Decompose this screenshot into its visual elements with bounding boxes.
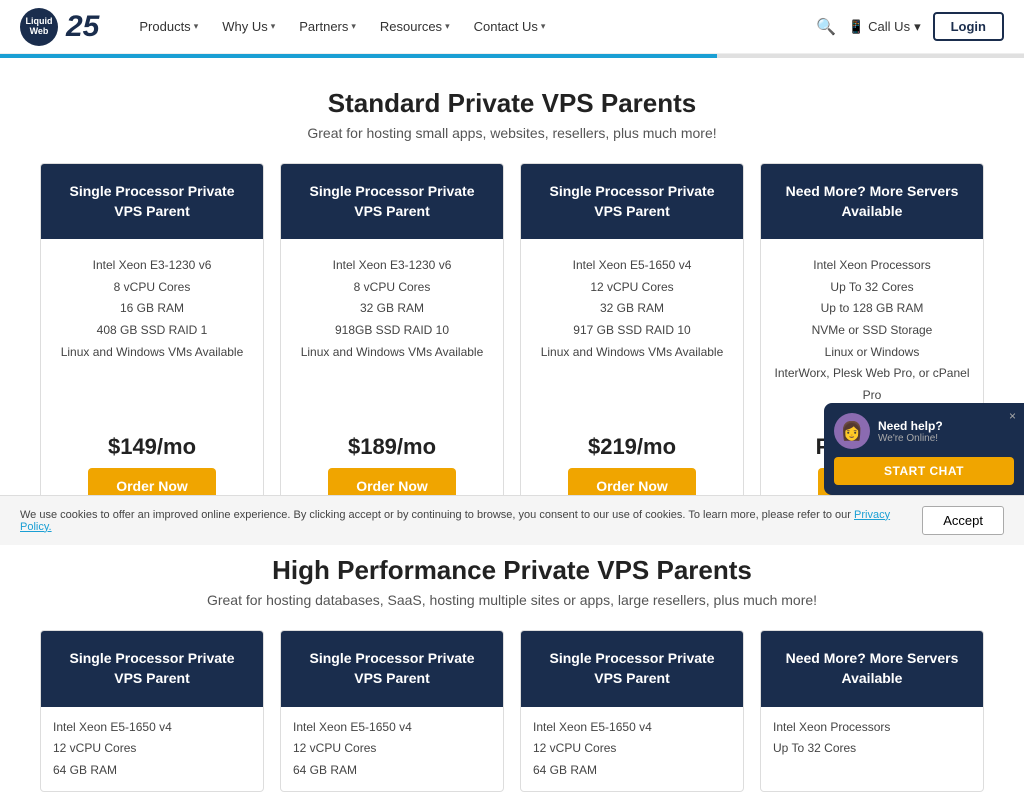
hp-cards-grid: Single Processor Private VPS Parent Inte… — [40, 630, 984, 792]
cookie-text: We use cookies to offer an improved onli… — [20, 509, 902, 533]
card-2-specs: Intel Xeon E3-1230 v6 8 vCPU Cores 32 GB… — [281, 239, 503, 422]
chevron-down-icon: ▾ — [194, 21, 199, 32]
hp-section-subtitle: Great for hosting databases, SaaS, hosti… — [40, 592, 984, 608]
navbar: LiquidWeb 25 Products ▾ Why Us ▾ Partner… — [0, 0, 1024, 54]
chat-widget: × 👩 Need help? We're Online! START CHAT — [824, 403, 1024, 495]
card-4-specs: Intel Xeon Processors Up To 32 Cores Up … — [761, 239, 983, 422]
standard-card-3: Single Processor Private VPS Parent Inte… — [520, 163, 744, 525]
chevron-down-icon: ▾ — [351, 21, 356, 32]
hp-card-3: Single Processor Private VPS Parent Inte… — [520, 630, 744, 792]
standard-card-2: Single Processor Private VPS Parent Inte… — [280, 163, 504, 525]
nav-actions: 🔍 📱 Call Us ▾ Login — [816, 12, 1004, 41]
chat-widget-header: 👩 Need help? We're Online! — [834, 413, 1014, 449]
hp-card-1-header: Single Processor Private VPS Parent — [41, 631, 263, 706]
chevron-down-icon: ▾ — [541, 21, 546, 32]
card-3-price: $219/mo — [588, 422, 676, 468]
standard-section-subtitle: Great for hosting small apps, websites, … — [40, 125, 984, 141]
standard-section-title: Standard Private VPS Parents — [40, 88, 984, 119]
logo-25: 25 — [66, 10, 99, 44]
hp-card-1-specs: Intel Xeon E5-1650 v4 12 vCPU Cores 64 G… — [41, 707, 263, 792]
hp-card-2-header: Single Processor Private VPS Parent — [281, 631, 503, 706]
card-2-header: Single Processor Private VPS Parent — [281, 164, 503, 239]
cookie-accept-button[interactable]: Accept — [922, 506, 1004, 535]
card-3-header: Single Processor Private VPS Parent — [521, 164, 743, 239]
nav-why-us[interactable]: Why Us ▾ — [212, 13, 285, 40]
hp-card-2-specs: Intel Xeon E5-1650 v4 12 vCPU Cores 64 G… — [281, 707, 503, 792]
hp-card-4: Need More? More Servers Available Intel … — [760, 630, 984, 792]
chat-avatar: 👩 — [834, 413, 870, 449]
hp-card-2: Single Processor Private VPS Parent Inte… — [280, 630, 504, 792]
phone-icon: 📱 — [848, 19, 864, 35]
card-3-specs: Intel Xeon E5-1650 v4 12 vCPU Cores 32 G… — [521, 239, 743, 422]
login-button[interactable]: Login — [933, 12, 1004, 41]
nav-contact-us[interactable]: Contact Us ▾ — [464, 13, 556, 40]
logo[interactable]: LiquidWeb 25 — [20, 8, 99, 46]
standard-card-1: Single Processor Private VPS Parent Inte… — [40, 163, 264, 525]
chevron-down-icon: ▾ — [445, 21, 450, 32]
hp-card-3-specs: Intel Xeon E5-1650 v4 12 vCPU Cores 64 G… — [521, 707, 743, 792]
card-1-specs: Intel Xeon E3-1230 v6 8 vCPU Cores 16 GB… — [41, 239, 263, 422]
card-1-header: Single Processor Private VPS Parent — [41, 164, 263, 239]
chevron-down-icon: ▾ — [271, 21, 276, 32]
chat-start-button[interactable]: START CHAT — [834, 457, 1014, 485]
hp-card-1: Single Processor Private VPS Parent Inte… — [40, 630, 264, 792]
card-2-price: $189/mo — [348, 422, 436, 468]
nav-resources[interactable]: Resources ▾ — [370, 13, 460, 40]
card-1-price: $149/mo — [108, 422, 196, 468]
hp-card-4-specs: Intel Xeon Processors Up To 32 Cores — [761, 707, 983, 770]
chevron-down-icon: ▾ — [914, 19, 921, 35]
chat-info: Need help? We're Online! — [878, 419, 943, 444]
cookie-banner: We use cookies to offer an improved onli… — [0, 495, 1024, 545]
hp-card-4-header: Need More? More Servers Available — [761, 631, 983, 706]
hp-section-title: High Performance Private VPS Parents — [40, 555, 984, 586]
chat-title: Need help? — [878, 419, 943, 433]
search-icon[interactable]: 🔍 — [816, 17, 836, 37]
chat-close-button[interactable]: × — [1009, 409, 1016, 423]
call-button[interactable]: 📱 Call Us ▾ — [848, 19, 921, 35]
chat-subtitle: We're Online! — [878, 433, 943, 444]
card-4-header: Need More? More Servers Available — [761, 164, 983, 239]
nav-products[interactable]: Products ▾ — [129, 13, 208, 40]
logo-icon: LiquidWeb — [20, 8, 58, 46]
hp-card-3-header: Single Processor Private VPS Parent — [521, 631, 743, 706]
nav-links: Products ▾ Why Us ▾ Partners ▾ Resources… — [129, 13, 816, 40]
nav-partners[interactable]: Partners ▾ — [289, 13, 366, 40]
